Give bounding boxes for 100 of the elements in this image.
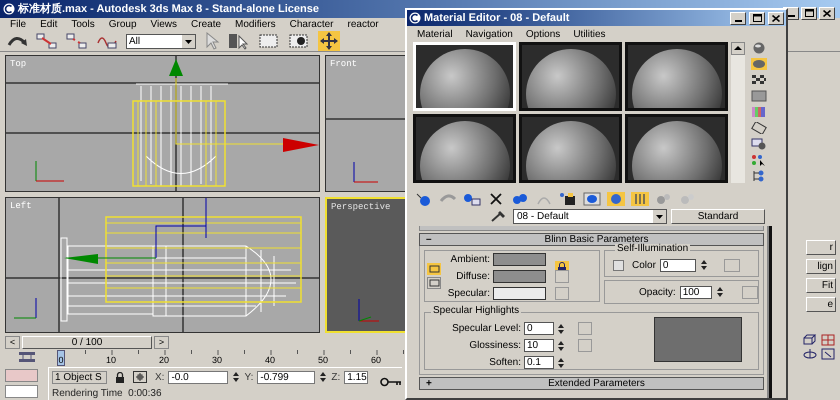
spinner-icon[interactable] [700,259,708,271]
backlight-icon[interactable] [751,58,767,70]
menu-item[interactable]: Navigation [466,26,513,42]
group-title: Specular Highlights [431,306,522,316]
viewport-label[interactable]: Perspective [331,201,390,214]
maximize-button[interactable] [749,12,765,24]
key-icon [380,377,402,387]
spinner-icon[interactable] [557,322,565,334]
menu-item[interactable]: Views [150,17,178,32]
close-button[interactable] [768,12,784,24]
material-type-button[interactable]: Standard [671,208,765,224]
rollout-toggle[interactable]: + [426,376,436,391]
show-map-icon[interactable] [583,192,601,206]
coordinate-field[interactable]: -0.0 [168,370,228,384]
go-to-parent-icon[interactable] [631,192,649,206]
command-button[interactable]: e [806,297,836,312]
previous-frame-button[interactable]: < [5,336,20,349]
swatch-label: Ambient: [450,252,490,266]
window-title: Material Editor - 08 - Default [424,10,570,26]
close-button[interactable] [819,6,835,20]
spinner-icon[interactable] [557,340,565,352]
color-lock-icon[interactable] [427,263,441,275]
scrollbar[interactable] [767,226,772,398]
spinner-icon[interactable] [557,356,565,368]
axis-tripod-icon [358,298,380,322]
rollout-title: Extended Parameters [547,377,646,391]
menu-item[interactable]: Character [290,17,334,32]
checkbox[interactable] [613,260,624,270]
number-field[interactable]: 0 [660,258,696,272]
menu-item[interactable]: Create [191,17,222,32]
frame-number: 30 [212,356,222,365]
scroll-up-icon [731,42,745,55]
show-end-result-icon[interactable] [607,192,625,206]
lock-icon [115,372,125,382]
unlink-icon [66,33,88,49]
menu-item[interactable]: Utilities [573,26,606,42]
get-material-icon[interactable] [415,192,433,206]
menu-item[interactable]: Material [417,26,453,42]
map-button[interactable] [555,270,569,282]
window-crossing-icon [288,32,310,50]
material-name-field[interactable]: 08 - Default [513,208,667,224]
color-swatch[interactable] [493,252,546,266]
rollout-toggle[interactable]: – [426,232,436,247]
minimize-icon [788,14,794,16]
video-color-check-icon[interactable] [751,106,767,118]
move-icon [318,31,340,51]
color-lock-icon[interactable] [427,277,441,289]
menu-item[interactable]: Options [526,26,560,42]
maximize-button[interactable] [801,6,817,20]
coordinate-label: Z: [331,370,340,384]
number-field[interactable]: 0 [524,322,554,335]
color-swatch [5,385,38,398]
number-field[interactable]: 10 [524,339,554,352]
status-prompt: Rendering Time 0:00:36 [52,387,163,400]
menu-item[interactable]: Modifiers [235,17,276,32]
command-button[interactable]: r [806,240,836,255]
maximize-viewport-icon[interactable] [820,348,836,360]
rollout-title: Blinn Basic Parameters [544,233,648,245]
command-button[interactable]: lign [806,259,836,274]
axis-tripod-icon [36,160,64,182]
number-field[interactable]: 0.1 [524,356,554,369]
minimize-button[interactable] [730,12,746,24]
menu-item[interactable]: Group [108,17,137,32]
sphere-icon[interactable] [751,42,767,54]
effects-channel-icon[interactable] [559,192,577,206]
time-slider-thumb[interactable]: 0 / 100 [22,336,152,349]
selection-info: 1 Object S [52,370,107,384]
absolute-mode-icon[interactable] [133,371,147,383]
dropdown-caret-icon [182,34,195,48]
frame-number: 20 [159,356,170,365]
number-field[interactable]: 100 [680,286,712,298]
group-title: Self-Illumination [615,244,690,254]
zoom-extents-icon[interactable] [802,334,818,346]
menu-item[interactable]: File [10,17,26,32]
color-swatch[interactable] [493,286,546,300]
rollout-header[interactable]: + Extended Parameters [419,377,764,390]
sample-uv-tiling-icon[interactable] [751,90,767,102]
window-title: 标准材质.max - Autodesk 3ds Max 8 - Stand-alone License [18,2,319,17]
selection-filter-dropdown[interactable]: All [126,34,196,48]
make-unique-icon[interactable] [511,192,529,206]
field-label: Opacity: [639,286,676,300]
next-frame-button[interactable]: > [154,336,169,349]
maximize-icon [804,9,814,17]
menu-item[interactable]: reactor [348,17,379,32]
coordinate-field[interactable]: -0.799 [257,370,316,384]
zoom-all-icon[interactable] [820,334,836,346]
current-frame-marker[interactable]: 0 [57,350,65,366]
options-icon[interactable] [751,138,767,150]
menu-item[interactable]: Edit [40,17,58,32]
scrollbar[interactable] [731,42,745,183]
checker-background-icon[interactable] [751,74,767,86]
command-button[interactable]: Fit [806,278,836,293]
rectangle-selection-icon [258,32,280,50]
assign-material-icon[interactable] [463,192,481,206]
orbit-icon[interactable] [802,348,818,360]
color-swatch[interactable] [493,270,546,282]
select-by-material-icon[interactable] [751,154,767,166]
coordinate-field[interactable]: 1.15 [344,370,368,384]
spinner-icon[interactable] [716,286,724,298]
menu-item[interactable]: Tools [71,17,95,32]
